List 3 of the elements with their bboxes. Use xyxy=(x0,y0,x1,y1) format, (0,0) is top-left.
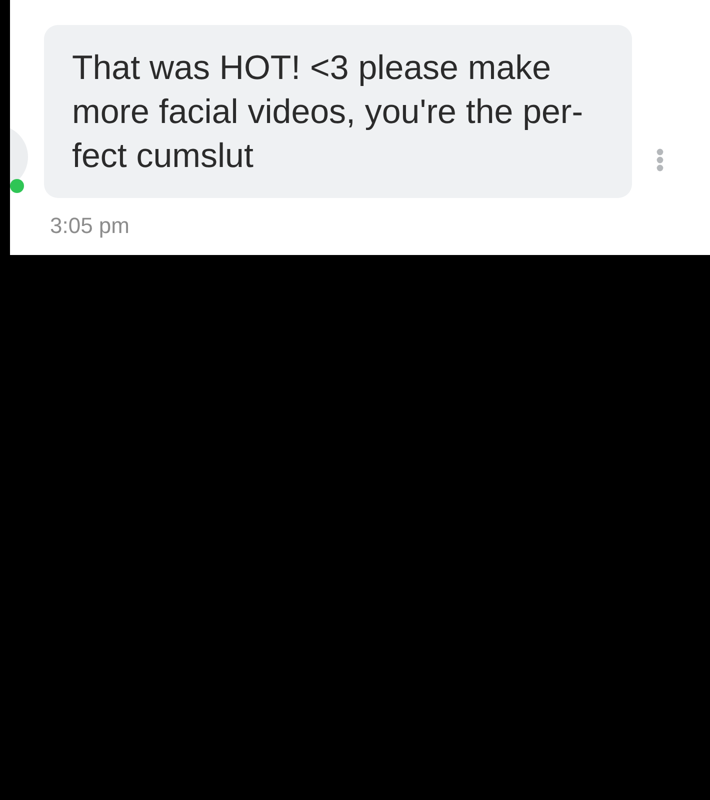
more-options-icon[interactable] xyxy=(656,148,664,172)
message-text: That was HOT! <3 please make more facial videos, you're the per- fect cumslut xyxy=(72,48,584,177)
message-time: 3:05 pm xyxy=(50,213,130,239)
